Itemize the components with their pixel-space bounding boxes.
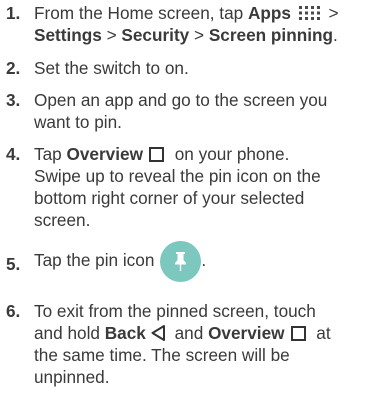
separator: > bbox=[101, 25, 122, 45]
step-text: Swipe up to reveal the pin icon on the bbox=[34, 166, 321, 186]
step-text: unpinned. bbox=[34, 367, 110, 387]
separator: > bbox=[189, 25, 209, 45]
back-label: Back bbox=[104, 323, 146, 343]
step-text: Set the switch to on. bbox=[34, 58, 189, 78]
step-text: and bbox=[169, 323, 209, 343]
step-text: the same time. The screen will be bbox=[34, 345, 290, 365]
screen-pinning-label: Screen pinning bbox=[208, 25, 333, 45]
step-number: 2. bbox=[6, 58, 21, 78]
step-line: and hold Back and Overview at bbox=[34, 322, 391, 344]
settings-label: Settings bbox=[34, 25, 102, 45]
step-line: From the Home screen, tap Apps > bbox=[34, 2, 391, 24]
step-line: Tap the pin icon. bbox=[34, 240, 391, 282]
overview-square-icon bbox=[148, 147, 164, 162]
step-text: at bbox=[311, 323, 331, 343]
step-text: To exit from the pinned screen, touch bbox=[34, 301, 316, 321]
step-number: 6. bbox=[6, 301, 21, 321]
step-text: > bbox=[323, 3, 339, 23]
apps-label: Apps bbox=[247, 3, 291, 23]
overview-square-icon bbox=[290, 326, 306, 341]
step-text: screen. bbox=[34, 210, 91, 230]
step-text: want to pin. bbox=[34, 112, 122, 132]
pin-icon-circle bbox=[160, 240, 202, 282]
step-text: Open an app and go to the screen you bbox=[34, 90, 328, 110]
step-text: From the Home screen, tap bbox=[34, 3, 248, 23]
apps-grid-icon bbox=[298, 6, 320, 20]
step-number: 1. bbox=[6, 3, 21, 23]
step-number: 4. bbox=[6, 144, 21, 164]
step-text: . bbox=[332, 25, 338, 45]
step-number: 3. bbox=[6, 90, 21, 110]
back-triangle-icon bbox=[151, 325, 165, 341]
step-text: bottom right corner of your selected bbox=[34, 188, 305, 208]
step-line: Settings > Security > Screen pinning. bbox=[34, 24, 391, 46]
step-text: on your phone. bbox=[169, 144, 290, 164]
pin-icon bbox=[175, 251, 187, 271]
step-text: Tap the pin icon bbox=[34, 250, 155, 270]
overview-label: Overview bbox=[208, 323, 285, 343]
step-text: . bbox=[201, 250, 207, 270]
step-number: 5. bbox=[6, 254, 21, 274]
overview-label: Overview bbox=[66, 144, 143, 164]
step-text: Tap bbox=[34, 144, 67, 164]
step-text: and hold bbox=[34, 323, 105, 343]
security-label: Security bbox=[121, 25, 190, 45]
step-line: Tap Overview on your phone. bbox=[34, 143, 391, 165]
